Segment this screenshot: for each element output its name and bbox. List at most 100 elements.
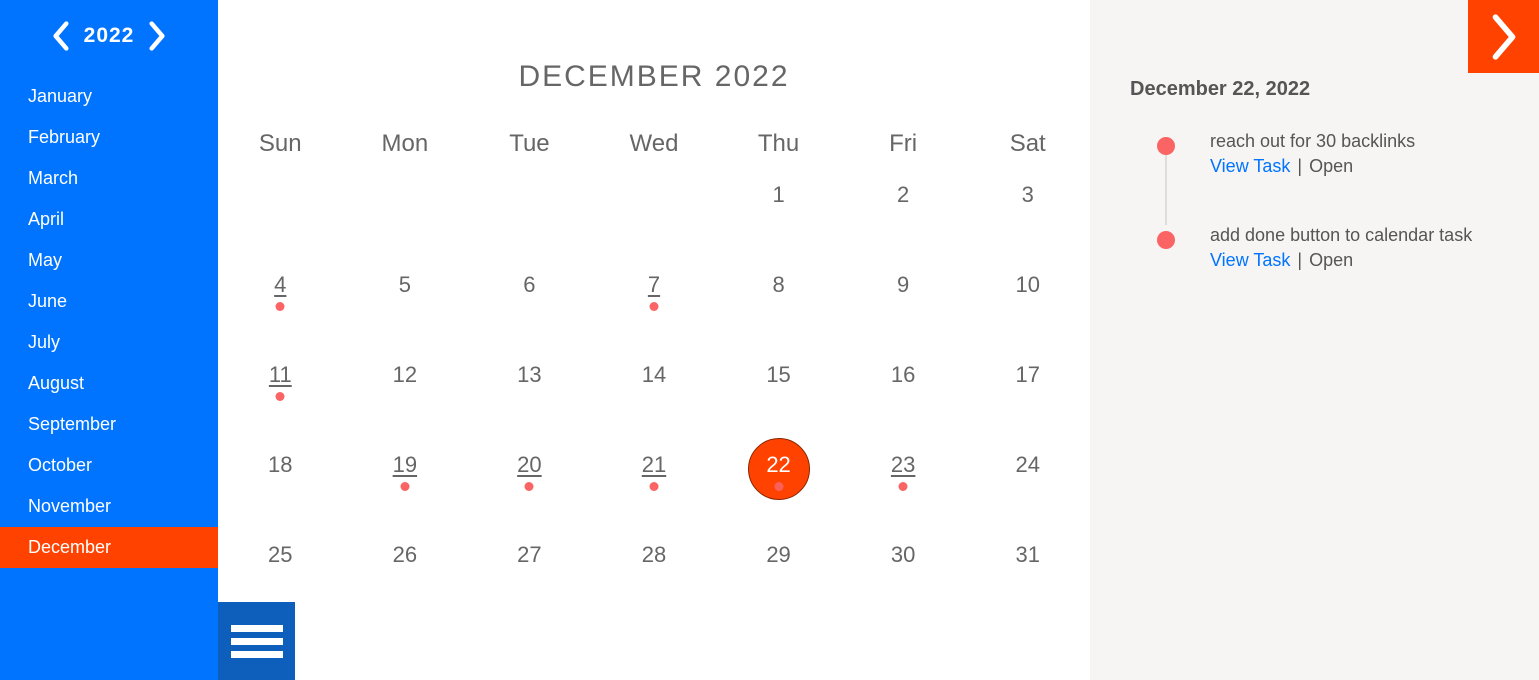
day-number: 13 [517, 362, 541, 388]
day-13[interactable]: 13 [467, 362, 592, 452]
day-number: 28 [642, 542, 666, 568]
calendar: DECEMBER 2022 SunMonTueWedThuFriSat 1234… [218, 0, 1090, 632]
day-number: 8 [772, 272, 784, 298]
day-number: 24 [1015, 452, 1039, 478]
day-9[interactable]: 9 [841, 272, 966, 362]
month-item-august[interactable]: August [0, 363, 218, 404]
task-dot-icon [899, 482, 908, 491]
day-blank [218, 182, 343, 272]
day-6[interactable]: 6 [467, 272, 592, 362]
day-number: 7 [648, 272, 660, 298]
view-task-link[interactable]: View Task [1210, 250, 1290, 270]
task-dot-icon [276, 392, 285, 401]
day-3[interactable]: 3 [965, 182, 1090, 272]
day-17[interactable]: 17 [965, 362, 1090, 452]
day-8[interactable]: 8 [716, 272, 841, 362]
next-year-button[interactable] [146, 20, 168, 52]
day-blank [592, 182, 717, 272]
day-18[interactable]: 18 [218, 452, 343, 542]
month-item-november[interactable]: November [0, 486, 218, 527]
month-item-january[interactable]: January [0, 76, 218, 117]
prev-year-button[interactable] [50, 20, 72, 52]
day-detail-panel: December 22, 2022 reach out for 30 backl… [1090, 0, 1539, 680]
task-bullet-icon [1157, 137, 1175, 155]
day-number: 10 [1015, 272, 1039, 298]
day-28[interactable]: 28 [592, 542, 717, 632]
task-dot-icon [400, 482, 409, 491]
day-number: 15 [766, 362, 790, 388]
day-number: 17 [1015, 362, 1039, 388]
day-blank [467, 182, 592, 272]
day-16[interactable]: 16 [841, 362, 966, 452]
day-number: 4 [274, 272, 286, 298]
day-number: 25 [268, 542, 292, 568]
day-19[interactable]: 19 [343, 452, 468, 542]
month-item-september[interactable]: September [0, 404, 218, 445]
month-list: JanuaryFebruaryMarchAprilMayJuneJulyAugu… [0, 76, 218, 568]
day-30[interactable]: 30 [841, 542, 966, 632]
month-item-june[interactable]: June [0, 281, 218, 322]
day-10[interactable]: 10 [965, 272, 1090, 362]
view-task-link[interactable]: View Task [1210, 156, 1290, 176]
task-meta: View Task | Open [1210, 250, 1499, 271]
separator: | [1290, 156, 1309, 176]
task-dot-icon [525, 482, 534, 491]
weekday-wed: Wed [592, 124, 717, 164]
day-25[interactable]: 25 [218, 542, 343, 632]
day-12[interactable]: 12 [343, 362, 468, 452]
task-item: reach out for 30 backlinks View Task | Op… [1166, 131, 1499, 177]
day-number: 11 [269, 362, 292, 388]
weekday-fri: Fri [841, 124, 966, 164]
month-item-may[interactable]: May [0, 240, 218, 281]
task-status: Open [1309, 156, 1353, 176]
day-7[interactable]: 7 [592, 272, 717, 362]
task-item: add done button to calendar task View Tas… [1166, 225, 1499, 271]
day-14[interactable]: 14 [592, 362, 717, 452]
day-2[interactable]: 2 [841, 182, 966, 272]
day-number: 12 [393, 362, 417, 388]
day-21[interactable]: 21 [592, 452, 717, 542]
day-number: 2 [897, 182, 909, 208]
task-dot-icon [649, 302, 658, 311]
day-23[interactable]: 23 [841, 452, 966, 542]
task-dot-icon [774, 482, 783, 491]
day-1[interactable]: 1 [716, 182, 841, 272]
weekday-header: SunMonTueWedThuFriSat [218, 124, 1090, 164]
month-item-april[interactable]: April [0, 199, 218, 240]
month-item-july[interactable]: July [0, 322, 218, 363]
day-number: 21 [642, 452, 666, 478]
month-item-march[interactable]: March [0, 158, 218, 199]
day-29[interactable]: 29 [716, 542, 841, 632]
day-4[interactable]: 4 [218, 272, 343, 362]
task-body: add done button to calendar task View Tas… [1210, 225, 1499, 271]
task-meta: View Task | Open [1210, 156, 1499, 177]
day-20[interactable]: 20 [467, 452, 592, 542]
task-title: reach out for 30 backlinks [1210, 131, 1499, 152]
day-24[interactable]: 24 [965, 452, 1090, 542]
day-22[interactable]: 22 [716, 452, 841, 542]
day-number: 6 [523, 272, 535, 298]
task-status: Open [1309, 250, 1353, 270]
day-number: 5 [399, 272, 411, 298]
detail-date: December 22, 2022 [1130, 78, 1499, 101]
day-31[interactable]: 31 [965, 542, 1090, 632]
day-blank [343, 182, 468, 272]
year-label: 2022 [84, 24, 135, 48]
collapse-detail-button[interactable] [1468, 0, 1539, 73]
month-item-october[interactable]: October [0, 445, 218, 486]
day-number: 9 [897, 272, 909, 298]
day-27[interactable]: 27 [467, 542, 592, 632]
day-26[interactable]: 26 [343, 542, 468, 632]
day-5[interactable]: 5 [343, 272, 468, 362]
day-11[interactable]: 11 [218, 362, 343, 452]
day-number: 22 [766, 452, 790, 478]
weekday-sat: Sat [965, 124, 1090, 164]
day-number: 16 [891, 362, 915, 388]
weekday-tue: Tue [467, 124, 592, 164]
task-dot-icon [649, 482, 658, 491]
month-item-february[interactable]: February [0, 117, 218, 158]
month-item-december[interactable]: December [0, 527, 218, 568]
task-title: add done button to calendar task [1210, 225, 1499, 246]
day-number: 29 [766, 542, 790, 568]
day-number: 18 [268, 452, 292, 478]
